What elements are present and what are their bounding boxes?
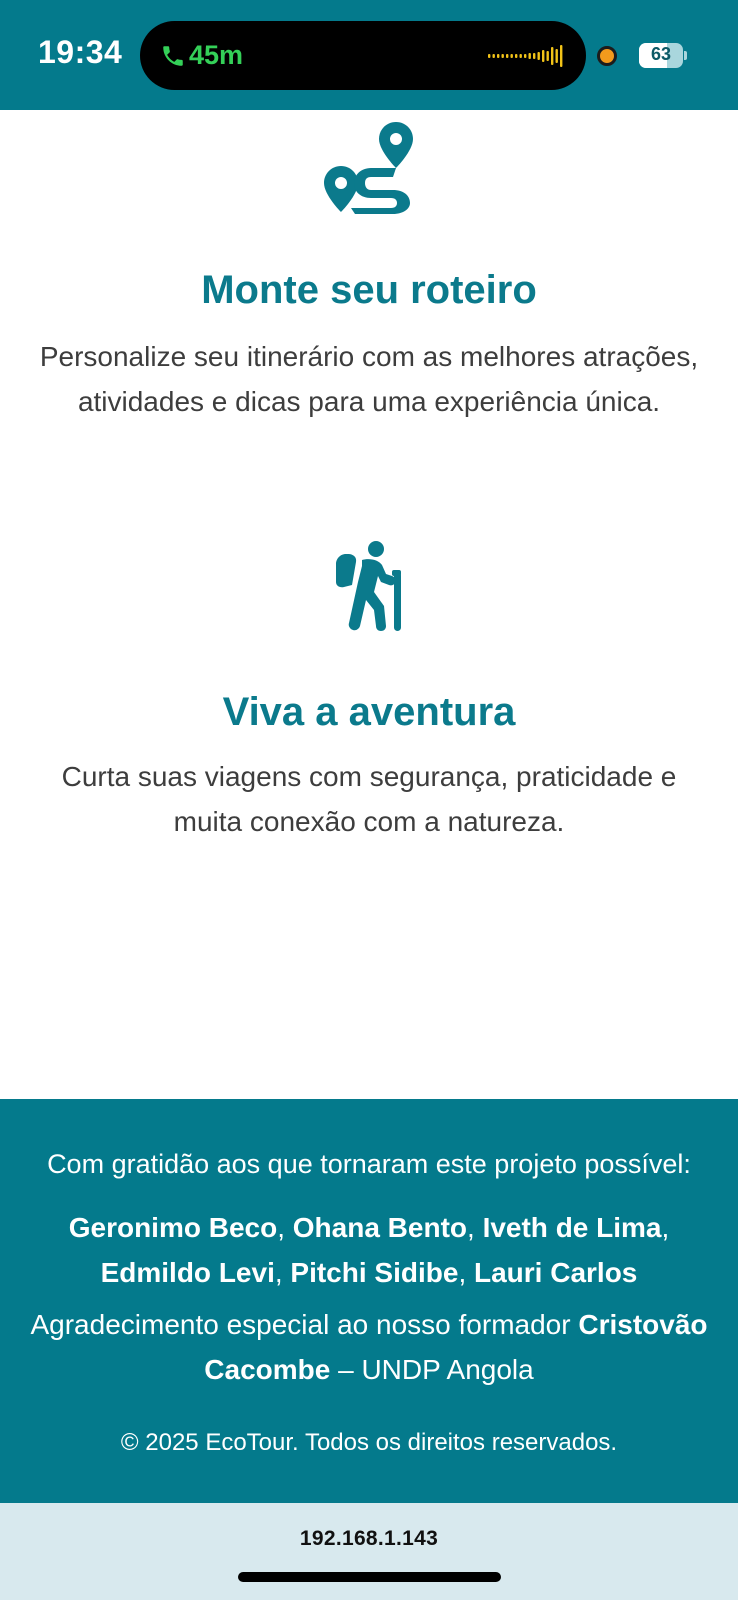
battery-icon: 63 xyxy=(639,43,687,68)
recording-indicator xyxy=(597,46,617,66)
route-map-icon xyxy=(324,122,413,214)
footer-thanks: Com gratidão aos que tornaram este proje… xyxy=(47,1149,691,1179)
audio-waveform-icon xyxy=(488,45,563,67)
contributor-name: Iveth de Lima xyxy=(482,1212,662,1243)
hiker-icon xyxy=(336,541,401,631)
footer-names: Geronimo Beco, Ohana Bento, Iveth de Lim… xyxy=(68,1212,670,1288)
home-indicator[interactable] xyxy=(238,1572,501,1582)
status-time: 19:34 xyxy=(38,34,123,70)
footer-special-thanks: Agradecimento especial ao nosso formador… xyxy=(30,1309,708,1385)
contributor-name: Edmildo Levi xyxy=(100,1257,275,1288)
contributor-name: Ohana Bento xyxy=(292,1212,467,1243)
contributor-name: Geronimo Beco xyxy=(68,1212,278,1243)
browser-address-bar[interactable]: 192.168.1.143 xyxy=(0,1503,738,1600)
feature-title: Monte seu roteiro xyxy=(201,268,537,312)
feature-description: Personalize seu itinerário com as melhor… xyxy=(39,341,699,417)
copyright: © 2025 EcoTour. Todos os direitos reserv… xyxy=(120,1429,618,1456)
feature-title: Viva a aventura xyxy=(222,690,516,734)
feature-description: Curta suas viagens com segurança, pratic… xyxy=(61,761,677,837)
call-duration: 45m xyxy=(189,40,244,70)
footer: Com gratidão aos que tornaram este proje… xyxy=(0,1099,738,1503)
url-text[interactable]: 192.168.1.143 xyxy=(0,1527,738,1551)
phone-call-icon xyxy=(163,46,183,66)
battery-level: 63 xyxy=(650,44,672,64)
dynamic-island[interactable]: 45m xyxy=(140,21,586,90)
contributor-name: Lauri Carlos xyxy=(474,1257,638,1288)
contributor-name: Pitchi Sidibe xyxy=(290,1257,459,1288)
status-bar: 19:34 45m 63 xyxy=(0,0,738,110)
